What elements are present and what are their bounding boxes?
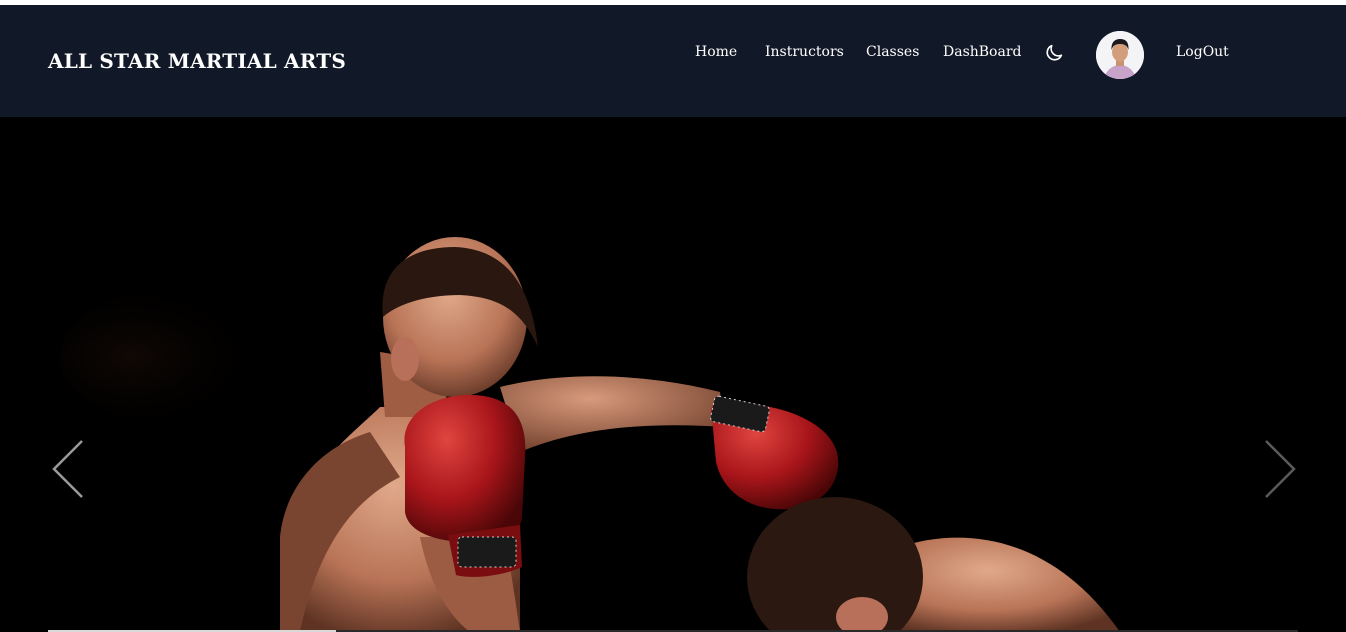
nav-instructors[interactable]: Instructors <box>765 44 844 60</box>
boxing-sparring-photo <box>0 117 1346 632</box>
chevron-left-icon[interactable] <box>46 439 86 499</box>
nav-home[interactable]: Home <box>695 44 737 60</box>
navbar: ALL STAR MARTIAL ARTS Home Instructors C… <box>0 5 1346 117</box>
logout-link[interactable]: LogOut <box>1176 44 1229 60</box>
hero-carousel <box>0 117 1346 632</box>
nav-classes[interactable]: Classes <box>866 44 919 60</box>
chevron-right-icon[interactable] <box>1262 439 1302 499</box>
user-avatar[interactable] <box>1096 31 1144 79</box>
nav-dashboard[interactable]: DashBoard <box>943 44 1022 60</box>
moon-icon[interactable] <box>1043 42 1065 64</box>
brand-title[interactable]: ALL STAR MARTIAL ARTS <box>48 49 346 73</box>
